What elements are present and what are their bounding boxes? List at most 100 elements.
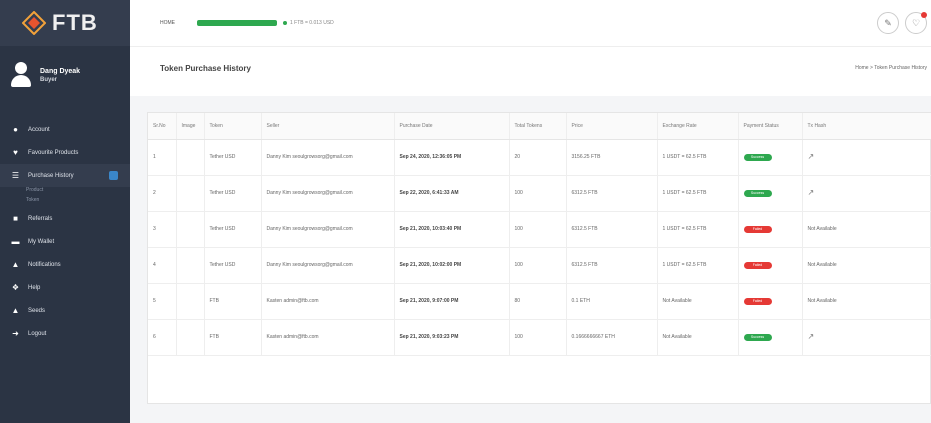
external-link-icon[interactable]: ↗: [808, 333, 816, 341]
price-cell: 6312.5 FTB: [566, 247, 658, 284]
status-cell: Failed: [738, 283, 803, 320]
column-header: Sr.No: [148, 113, 177, 140]
image-cell: [176, 175, 205, 212]
profile-role: Buyer: [40, 76, 58, 83]
notification-icon[interactable]: ♡: [905, 12, 927, 34]
sidebar-item-account[interactable]: ● Account: [0, 118, 130, 141]
total-cell: 20: [509, 139, 567, 176]
sidebar-item-purchase-history[interactable]: ☰ Purchase History: [0, 164, 130, 187]
sidebar: FTB Dang Dyeak Buyer ● Account ♥ Favourite…: [0, 0, 130, 423]
price-cell: 6312.5 FTB: [566, 211, 658, 248]
token-cell: Tether USD: [204, 247, 262, 284]
list-icon: ☰: [11, 171, 20, 180]
topbar: HOME 1 FTB = 0.013 USD ✎ ♡: [130, 0, 931, 46]
purchase-history-subnav: Product Token: [0, 187, 130, 207]
status-cell: Success: [738, 175, 803, 212]
rate-cell: 1 USDT = 62.5 FTB: [657, 139, 739, 176]
status-badge: Success: [743, 333, 772, 341]
price-cell: 3156.25 FTB: [566, 139, 658, 176]
tx-hash-cell: Not Available: [802, 283, 931, 320]
dropdown-badge-icon: [109, 171, 118, 180]
date-cell: Sep 21, 2020, 10:02:00 PM: [394, 247, 510, 284]
sidebar-item-wallet[interactable]: ▬ My Wallet: [0, 230, 130, 253]
sidebar-item-seeds[interactable]: ▲ Seeds: [0, 299, 130, 322]
price-cell: 6312.5 FTB: [566, 175, 658, 212]
image-cell: [176, 283, 205, 320]
table-row: 1 Tether USD Danny Kim seoulgrowsorg@gmail…: [148, 139, 931, 176]
subnav-item-token[interactable]: Token: [26, 197, 130, 207]
date-cell: Sep 21, 2020, 9:03:23 PM: [394, 319, 510, 356]
sidebar-item-logout[interactable]: ➜ Logout: [0, 322, 130, 345]
date-cell: Sep 21, 2020, 9:07:00 PM: [394, 283, 510, 320]
logo-text: FTB: [52, 10, 98, 35]
home-link[interactable]: HOME: [160, 20, 175, 26]
table-header-row: Sr.No Image Token Seller Purchase Date Total …: [148, 113, 931, 140]
total-cell: 100: [509, 319, 567, 356]
token-cell: Tether USD: [204, 211, 262, 248]
date-cell: Sep 24, 2020, 12:36:05 PM: [394, 139, 510, 176]
total-cell: 100: [509, 247, 567, 284]
sr-cell: 2: [148, 175, 177, 212]
table-row: 5 FTB Kasten admin@ftb.com Sep 21, 2020, 9:…: [148, 283, 931, 320]
notification-dot: [921, 12, 927, 18]
exchange-rate-indicator: 1 FTB = 0.013 USD: [283, 20, 334, 26]
external-link-icon[interactable]: ↗: [808, 189, 816, 197]
token-cell: Tether USD: [204, 175, 262, 212]
rate-cell: Not Available: [657, 283, 739, 320]
status-badge: Success: [743, 189, 772, 197]
token-cell: FTB: [204, 283, 262, 320]
price-cell: 0.1666666667 ETH: [566, 319, 658, 356]
token-cell: Tether USD: [204, 139, 262, 176]
status-badge: Failed: [743, 297, 772, 305]
tx-hash-cell: ↗: [802, 139, 931, 176]
seller-cell: Danny Kim seoulgrowsorg@gmail.com: [261, 211, 395, 248]
user-icon: ●: [13, 125, 18, 134]
help-icon: ❖: [11, 283, 20, 292]
token-cell: FTB: [204, 319, 262, 356]
tx-hash-cell: Not Available: [802, 211, 931, 248]
sr-cell: 6: [148, 319, 177, 356]
seller-cell: Kasten admin@ftb.com: [261, 283, 395, 320]
heart-icon: ♥: [13, 148, 18, 157]
table-row: 4 Tether USD Danny Kim seoulgrowsorg@gmail…: [148, 247, 931, 284]
table-row: 2 Tether USD Danny Kim seoulgrowsorg@gmail…: [148, 175, 931, 212]
sidebar-item-notifications[interactable]: ▲ Notifications: [0, 253, 130, 276]
status-cell: Success: [738, 319, 803, 356]
status-badge: Failed: [743, 261, 772, 269]
date-cell: Sep 21, 2020, 10:03:40 PM: [394, 211, 510, 248]
column-header: Purchase Date: [394, 113, 510, 140]
external-link-icon[interactable]: ↗: [808, 153, 816, 161]
rate-cell: 1 USDT = 62.5 FTB: [657, 247, 739, 284]
table-body: 1 Tether USD Danny Kim seoulgrowsorg@gmail…: [148, 139, 931, 356]
seller-cell: Danny Kim seoulgrowsorg@gmail.com: [261, 247, 395, 284]
profile-name: Dang Dyeak: [40, 67, 81, 75]
seller-cell: Danny Kim seoulgrowsorg@gmail.com: [261, 175, 395, 212]
ftb-logo-icon: [22, 11, 46, 35]
logo[interactable]: FTB: [0, 0, 130, 46]
sidebar-nav: ● Account ♥ Favourite Products ☰ Purchase H…: [0, 118, 130, 345]
sidebar-item-referrals[interactable]: ■ Referrals: [0, 207, 130, 230]
total-cell: 100: [509, 211, 567, 248]
column-header: Token: [204, 113, 262, 140]
tx-hash-cell: Not Available: [802, 247, 931, 284]
edit-icon[interactable]: ✎: [877, 12, 899, 34]
sale-progress-fill: [197, 20, 277, 26]
top-icons: ✎ ♡: [877, 12, 927, 34]
status-badge: Success: [743, 153, 772, 161]
purchase-history-table: Sr.No Image Token Seller Purchase Date Total …: [148, 113, 931, 356]
image-cell: [176, 139, 205, 176]
sr-cell: 5: [148, 283, 177, 320]
date-cell: Sep 22, 2020, 6:41:33 AM: [394, 175, 510, 212]
breadcrumb[interactable]: Home > Token Purchase History: [855, 65, 927, 71]
rate-cell: 1 USDT = 62.5 FTB: [657, 211, 739, 248]
rate-cell: 1 USDT = 62.5 FTB: [657, 175, 739, 212]
subnav-item-product[interactable]: Product: [26, 187, 130, 197]
sidebar-item-favourites[interactable]: ♥ Favourite Products: [0, 141, 130, 164]
profile[interactable]: Dang Dyeak Buyer: [0, 46, 130, 104]
sidebar-item-help[interactable]: ❖ Help: [0, 276, 130, 299]
total-cell: 100: [509, 175, 567, 212]
column-header: Payment Status: [738, 113, 803, 140]
status-badge: Failed: [743, 225, 772, 233]
logout-icon: ➜: [12, 329, 19, 338]
seller-cell: Kasten admin@ftb.com: [261, 319, 395, 356]
